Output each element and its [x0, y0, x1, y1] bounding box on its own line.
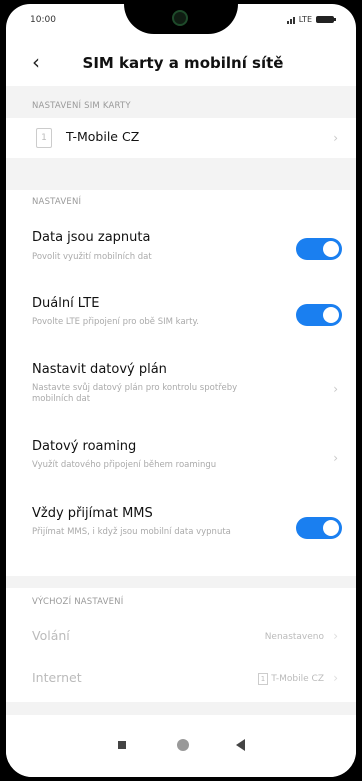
- calls-value: Nenastaveno: [264, 632, 324, 642]
- setting-description: Přijímat MMS, i když jsou mobilní data v…: [32, 527, 231, 537]
- setting-label: Duální LTE: [32, 296, 100, 311]
- internet-label: Internet: [32, 670, 82, 685]
- network-type: LTE: [298, 15, 312, 24]
- setting-dual-lte[interactable]: Duální LTE Povolte LTE připojení pro obě…: [6, 296, 356, 340]
- setting-label: Vždy přijímat MMS: [32, 506, 153, 521]
- always-mms-toggle[interactable]: [296, 517, 342, 539]
- page-title: SIM karty a mobilní sítě: [82, 54, 284, 72]
- section-label-settings: NASTAVENÍ: [32, 197, 82, 207]
- setting-description: Nastavte svůj datový plán pro kontrolu s…: [32, 383, 238, 404]
- setting-always-mms[interactable]: Vždy přijímat MMS Přijímat MMS, i když j…: [6, 506, 356, 562]
- setting-description: Využít datového připojení během roamingu: [32, 460, 217, 470]
- battery-icon: [316, 16, 336, 23]
- setting-description: Povolit využití mobilních dat: [32, 252, 152, 262]
- setting-label: Data jsou zapnuta: [32, 230, 151, 245]
- setting-label: Datový roaming: [32, 439, 137, 454]
- recents-square-icon[interactable]: [118, 741, 126, 749]
- status-icons: LTE: [286, 15, 336, 24]
- setting-description: Povolte LTE připojení pro obě SIM karty.: [32, 317, 199, 327]
- toggle-knob: [323, 520, 339, 536]
- chevron-right-icon: ›: [333, 451, 338, 465]
- toggle-knob: [323, 241, 339, 257]
- screen: 10:00 LTE ‹ SIM karty a mobilní sítě NAS…: [6, 4, 356, 777]
- front-camera: [172, 10, 188, 26]
- section-header-settings: [6, 158, 356, 190]
- setting-data-plan[interactable]: Nastavit datový plán Nastavte svůj datov…: [6, 362, 356, 418]
- sim-card-icon: 1: [36, 128, 52, 148]
- setting-mobile-data[interactable]: Data jsou zapnuta Povolit využití mobiln…: [6, 230, 356, 274]
- section-label-default: VÝCHOZÍ NASTAVENÍ: [32, 597, 124, 607]
- default-calls-row[interactable]: Volání Nenastaveno ›: [6, 618, 356, 658]
- default-internet-row[interactable]: Internet 1 T-Mobile CZ ›: [6, 660, 356, 700]
- navigation-bar: [6, 715, 356, 777]
- chevron-right-icon: ›: [333, 629, 338, 643]
- bottom-spacer: [6, 702, 356, 716]
- camera-notch: [124, 4, 238, 34]
- setting-data-roaming[interactable]: Datový roaming Využít datového připojení…: [6, 439, 356, 483]
- status-time: 10:00: [30, 15, 56, 25]
- chevron-right-icon: ›: [333, 131, 338, 145]
- toggle-knob: [323, 307, 339, 323]
- calls-label: Volání: [32, 628, 70, 643]
- back-triangle-icon[interactable]: [236, 739, 245, 751]
- title-bar: ‹ SIM karty a mobilní sítě: [6, 48, 356, 84]
- section-divider: [6, 576, 356, 588]
- chevron-right-icon: ›: [333, 382, 338, 396]
- signal-icon: [286, 16, 295, 24]
- internet-value: T-Mobile CZ: [271, 674, 324, 684]
- dual-lte-toggle[interactable]: [296, 304, 342, 326]
- sim-card-row[interactable]: 1 T-Mobile CZ ›: [6, 118, 356, 158]
- phone-frame: 10:00 LTE ‹ SIM karty a mobilní sítě NAS…: [0, 0, 362, 781]
- section-label-sim: NASTAVENÍ SIM KARTY: [32, 101, 131, 111]
- home-circle-icon[interactable]: [177, 739, 189, 751]
- chevron-right-icon: ›: [333, 671, 338, 685]
- sim-card-icon: 1: [258, 673, 268, 685]
- mobile-data-toggle[interactable]: [296, 238, 342, 260]
- setting-label: Nastavit datový plán: [32, 362, 167, 377]
- sim-card-name: T-Mobile CZ: [66, 129, 140, 144]
